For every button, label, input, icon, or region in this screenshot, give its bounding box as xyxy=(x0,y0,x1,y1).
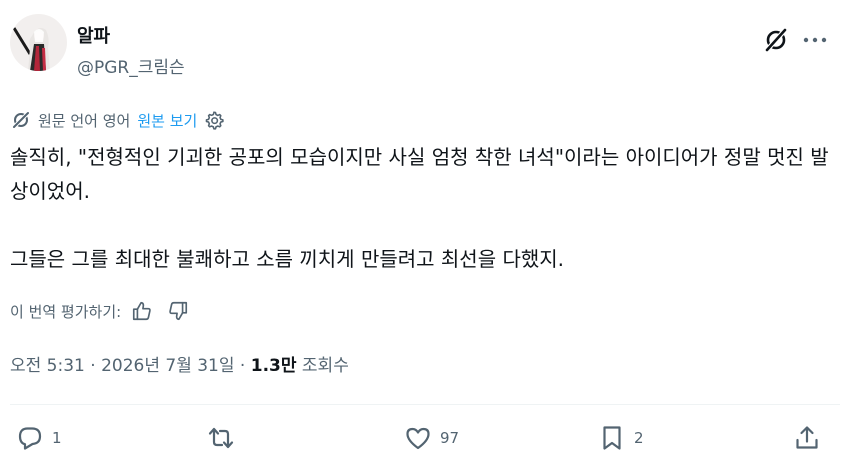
share-icon xyxy=(796,426,818,449)
bookmark-count: 2 xyxy=(634,429,644,447)
bookmark-button[interactable]: 2 xyxy=(598,424,644,452)
bookmark-icon xyxy=(603,426,621,450)
grok-button[interactable] xyxy=(762,26,790,54)
rate-translation-label: 이 번역 평가하기: xyxy=(10,302,122,321)
views-label: 조회수 xyxy=(296,356,349,376)
heart-icon xyxy=(406,427,430,450)
tweet-paragraph: 그들은 그를 최대한 불쾌하고 소름 끼치게 만들려고 최선을 다했지. xyxy=(10,247,565,271)
like-count: 97 xyxy=(440,429,460,447)
more-horizontal-icon xyxy=(803,37,827,43)
reply-icon xyxy=(18,427,42,450)
gear-icon[interactable] xyxy=(203,109,225,131)
share-button[interactable] xyxy=(793,424,821,452)
views-count: 1.3만 xyxy=(250,356,297,376)
retweet-icon xyxy=(208,427,234,449)
tweet-paragraph: 솔직히, "전형적인 기괴한 공포의 모습이지만 사실 엄청 착한 녀석"이라는… xyxy=(10,145,829,203)
user-handle[interactable]: @PGR_크림슨 xyxy=(77,56,185,80)
grok-icon xyxy=(764,27,788,53)
retweet-button[interactable] xyxy=(207,424,243,452)
avatar-image xyxy=(10,14,67,71)
reply-count: 1 xyxy=(52,429,62,447)
more-button[interactable] xyxy=(800,28,830,52)
thumbs-down-icon[interactable] xyxy=(167,300,189,322)
tweet-date[interactable]: 2026년 7월 31일 xyxy=(101,356,234,376)
divider xyxy=(10,404,840,405)
view-original-link[interactable]: 원본 보기 xyxy=(137,110,197,131)
display-name[interactable]: 알파 xyxy=(77,25,110,49)
tweet-text: 솔직히, "전형적인 기괴한 공포의 모습이지만 사실 엄청 착한 녀석"이라는… xyxy=(10,140,840,276)
tweet-meta: 오전 5:31 · 2026년 7월 31일 · 1.3만 조회수 xyxy=(10,354,349,378)
meta-separator: · xyxy=(84,356,102,376)
thumbs-up-icon[interactable] xyxy=(131,300,153,322)
translation-info: 원문 언어 영어 원본 보기 xyxy=(10,108,225,132)
like-button[interactable]: 97 xyxy=(404,424,459,452)
translation-status: 원문 언어 영어 xyxy=(38,111,131,130)
avatar[interactable] xyxy=(10,14,67,71)
meta-separator: · xyxy=(234,356,251,376)
reply-button[interactable]: 1 xyxy=(16,424,62,452)
rate-translation: 이 번역 평가하기: xyxy=(10,298,189,324)
tweet-time[interactable]: 오전 5:31 xyxy=(10,356,85,376)
translate-icon xyxy=(11,110,31,130)
action-bar: 1 97 2 xyxy=(0,420,850,460)
